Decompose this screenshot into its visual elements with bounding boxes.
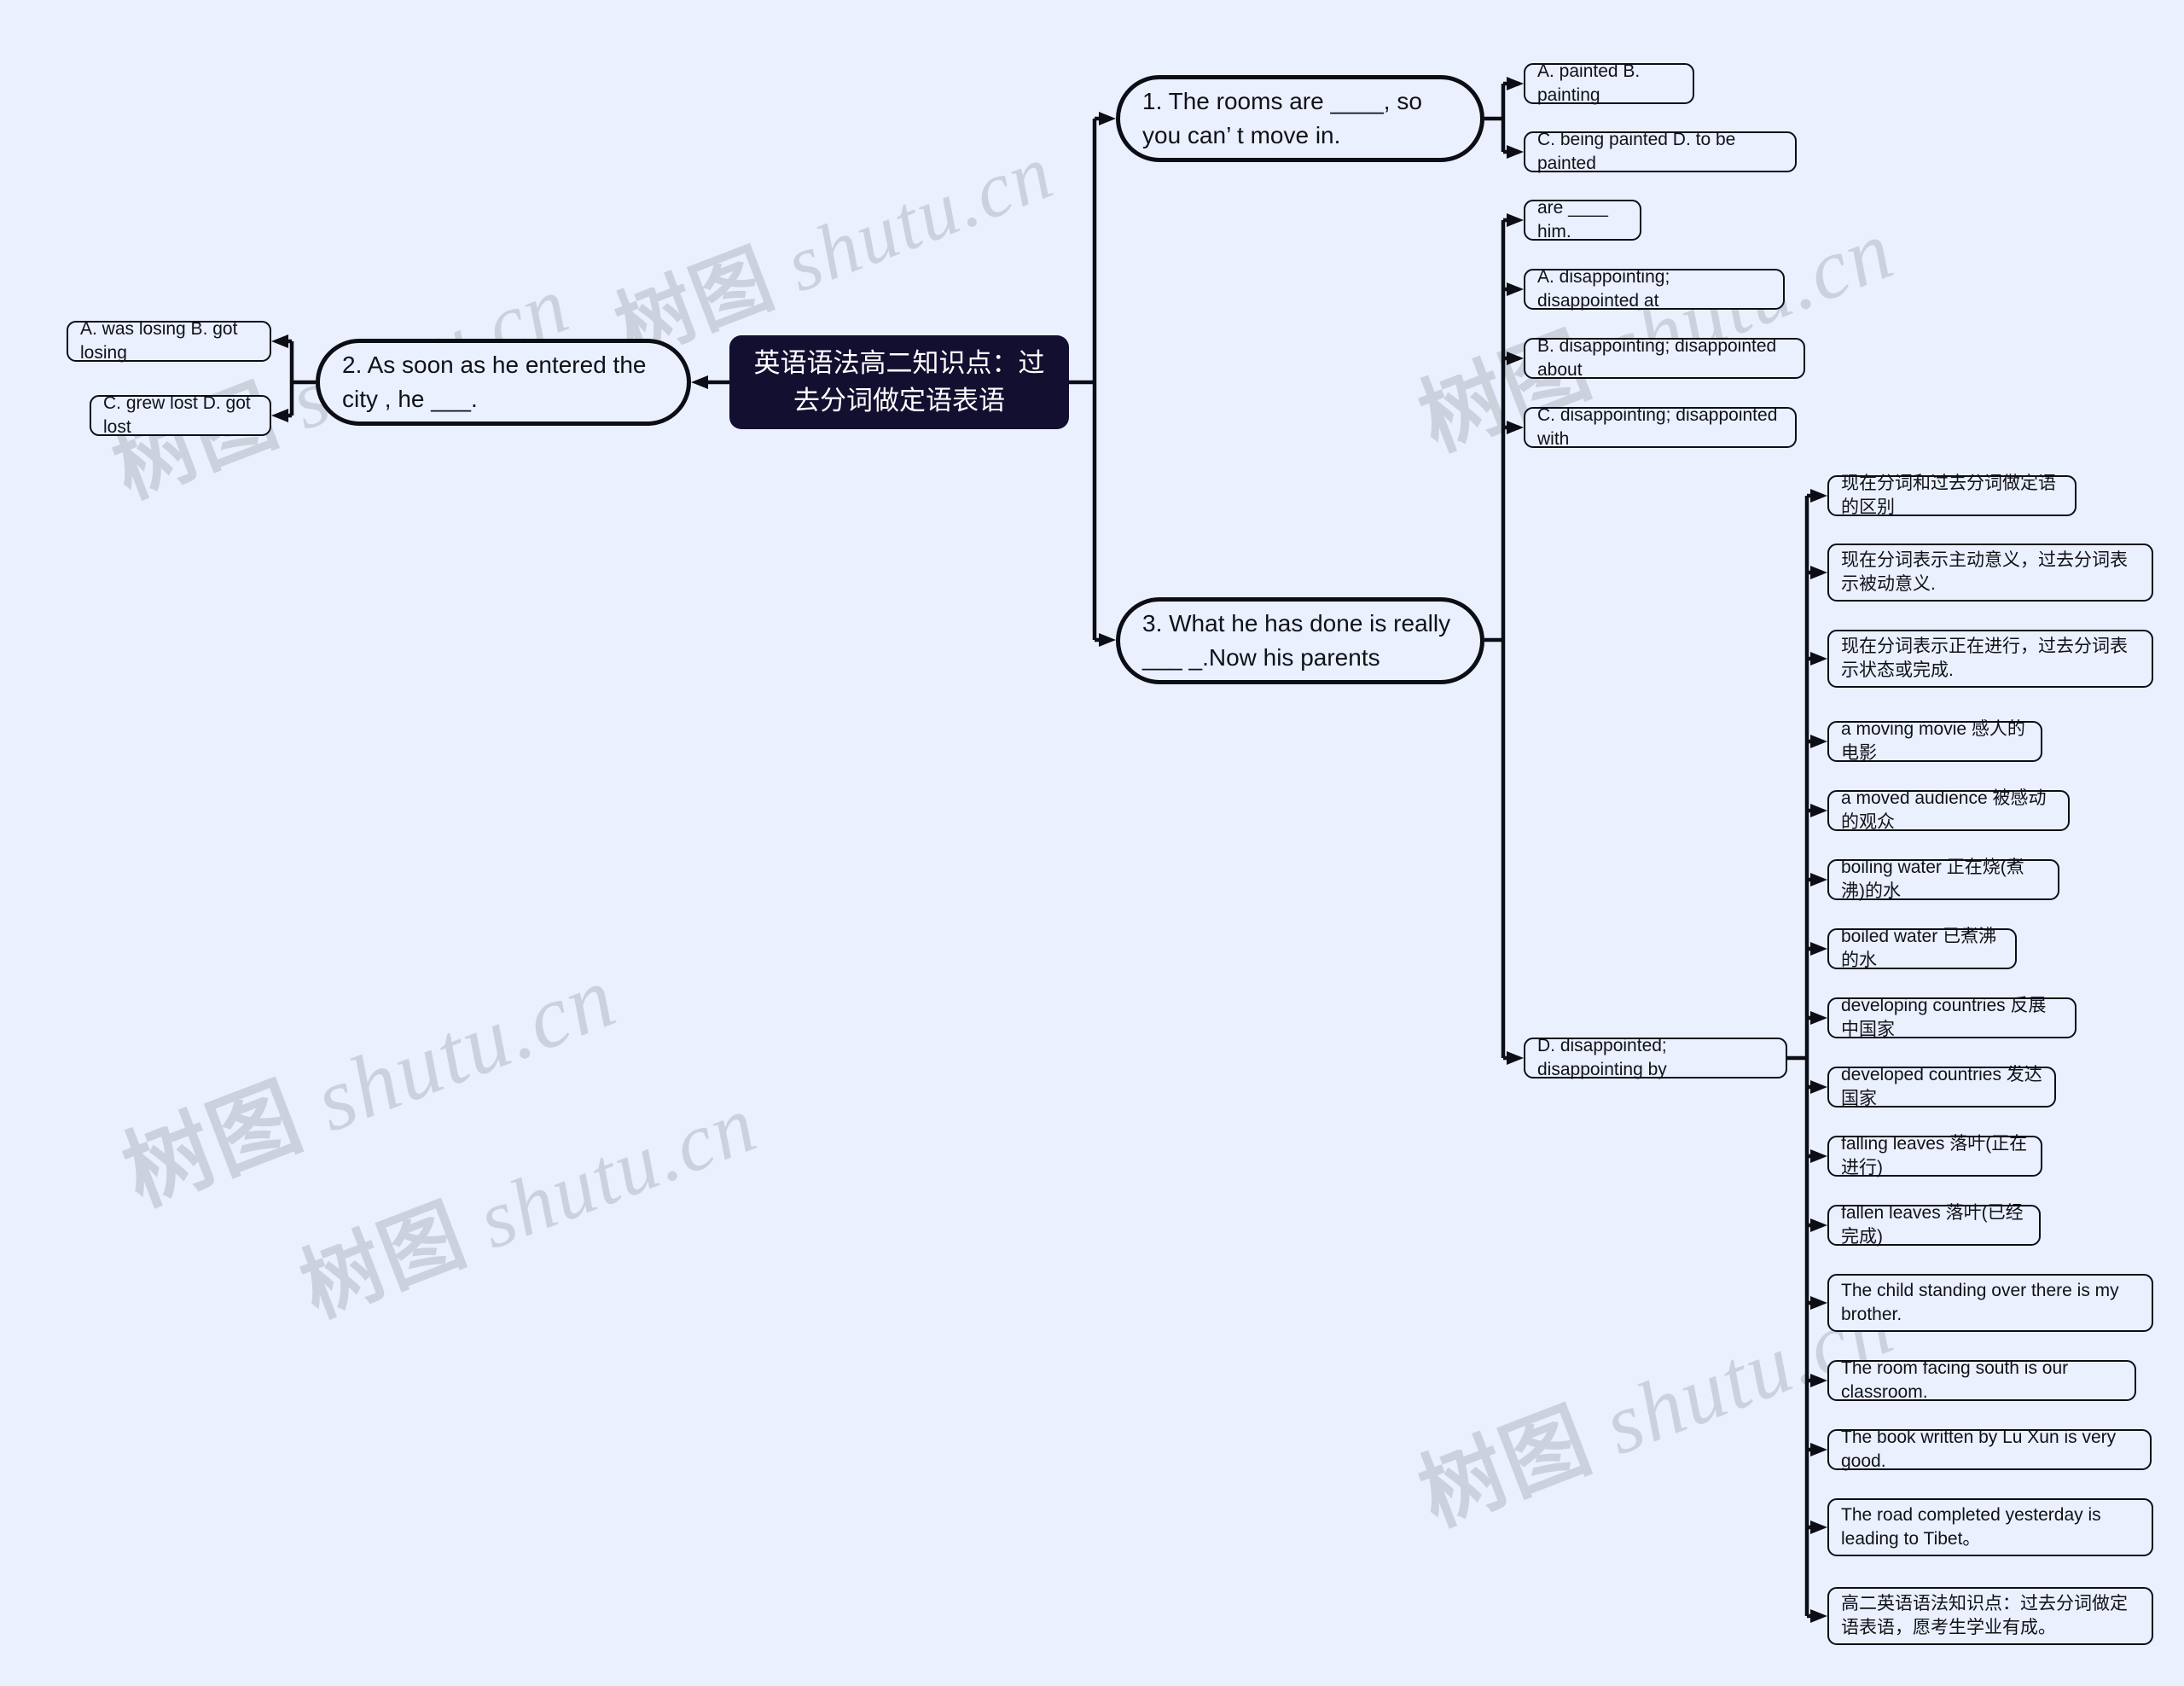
- option-label: D. disappointed; disappointing by: [1537, 1035, 1667, 1079]
- note-label: 高二英语语法知识点：过去分词做定语表语，愿考生学业有成。: [1841, 1593, 2128, 1637]
- watermark-cjk: 树图: [288, 1186, 479, 1336]
- arrow-q3-5: [1507, 1051, 1524, 1065]
- question-2-label: 2. As soon as he entered the city , he _…: [342, 352, 647, 412]
- note-item[interactable]: a moving movie 感人的电影: [1827, 719, 2042, 763]
- arrow-d-1: [1810, 566, 1827, 579]
- question-1-node[interactable]: 1. The rooms are ____, so you can’ t mov…: [1116, 75, 1484, 162]
- note-label: 现在分词和过去分词做定语的区别: [1841, 473, 2056, 517]
- note-item[interactable]: developed countries 发达国家: [1827, 1065, 2056, 1108]
- watermark-cjk: 树图: [109, 1063, 317, 1226]
- note-item[interactable]: falling leaves 落叶(正在进行): [1827, 1134, 2042, 1177]
- note-label: The child standing over there is my brot…: [1841, 1280, 2119, 1324]
- note-label: developing countries 反展中国家: [1841, 995, 2047, 1039]
- note-item[interactable]: The road completed yesterday is leading …: [1827, 1498, 2153, 1556]
- arrow-d-12: [1810, 1374, 1827, 1387]
- question-2-option-cd[interactable]: C. grew lost D. got lost: [90, 393, 271, 437]
- question-3-option-c[interactable]: C. disappointing; disappointed with: [1524, 405, 1797, 449]
- arrow-q3-1: [1507, 213, 1524, 227]
- option-label: B. disappointing; disappointed about: [1537, 335, 1777, 380]
- watermark: 树图 shutu.cn: [282, 1057, 770, 1340]
- note-item[interactable]: 高二英语语法知识点：过去分词做定语表语，愿考生学业有成。: [1827, 1587, 2153, 1645]
- option-label: A. disappointing; disappointed at: [1537, 266, 1670, 311]
- note-item[interactable]: The child standing over there is my brot…: [1827, 1274, 2153, 1332]
- arrow-d-14: [1810, 1520, 1827, 1534]
- note-item[interactable]: 现在分词表示主动意义，过去分词表示被动意义.: [1827, 544, 2153, 602]
- arrow-d-8: [1810, 1080, 1827, 1094]
- arrow-d-15: [1810, 1609, 1827, 1623]
- question-2-node[interactable]: 2. As soon as he entered the city , he _…: [316, 339, 691, 426]
- question-2-option-ab[interactable]: A. was losing B. got losing: [67, 319, 271, 363]
- note-label: falling leaves 落叶(正在进行): [1841, 1133, 2028, 1177]
- watermark-latin: shutu.cn: [754, 127, 1065, 317]
- arrow-q3-3: [1507, 352, 1524, 365]
- note-label: a moved audience 被感动的观众: [1841, 788, 2047, 832]
- note-label: boiling water 正在烧(煮沸)的水: [1841, 857, 2024, 901]
- note-item[interactable]: 现在分词和过去分词做定语的区别: [1827, 474, 2077, 517]
- arrow-d-10: [1810, 1218, 1827, 1232]
- arrow-q3-4: [1507, 421, 1524, 434]
- watermark-cjk: 树图: [1406, 1389, 1605, 1545]
- question-3-stem-continuation[interactable]: are ____ him.: [1524, 198, 1641, 241]
- note-label: fallen leaves 落叶(已经完成): [1841, 1202, 2024, 1247]
- note-label: boiled water 已煮沸的水: [1841, 926, 1997, 970]
- note-item[interactable]: a moved audience 被感动的观众: [1827, 788, 2070, 832]
- note-label: The book written by Lu Xun is very good.: [1841, 1427, 2117, 1471]
- note-label: a moving movie 感人的电影: [1841, 718, 2025, 763]
- arrow-q3: [1099, 633, 1116, 647]
- question-3-node[interactable]: 3. What he has done is really ___ _.Now …: [1116, 597, 1484, 684]
- question-3-option-b[interactable]: B. disappointing; disappointed about: [1524, 336, 1805, 380]
- option-label: C. grew lost D. got lost: [103, 392, 251, 437]
- question-1-option-ab[interactable]: A. painted B. painting: [1524, 61, 1694, 105]
- note-item[interactable]: boiled water 已煮沸的水: [1827, 927, 2017, 970]
- arrow-d-3: [1810, 735, 1827, 748]
- note-item[interactable]: fallen leaves 落叶(已经完成): [1827, 1203, 2041, 1247]
- note-item[interactable]: The room facing south is our classroom.: [1827, 1358, 2136, 1402]
- watermark-latin: shutu.cn: [280, 947, 629, 1160]
- arrow-q2-c: [271, 409, 288, 422]
- note-item[interactable]: The book written by Lu Xun is very good.: [1827, 1427, 2152, 1471]
- option-label: C. disappointing; disappointed with: [1537, 404, 1778, 449]
- note-label: 现在分词表示主动意义，过去分词表示被动意义.: [1841, 549, 2128, 594]
- question-1-label: 1. The rooms are ____, so you can’ t mov…: [1142, 88, 1422, 148]
- root-label: 英语语法高二知识点：过去分词做定语表语: [753, 347, 1045, 416]
- arrow-q2-a: [271, 334, 288, 348]
- note-label: The room facing south is our classroom.: [1841, 1358, 2069, 1402]
- arrow-q1-a: [1507, 77, 1524, 90]
- option-label: A. painted B. painting: [1537, 61, 1641, 105]
- arrow-d-13: [1810, 1443, 1827, 1456]
- arrow-d-9: [1810, 1149, 1827, 1163]
- arrow-d-5: [1810, 873, 1827, 887]
- root-node[interactable]: 英语语法高二知识点：过去分词做定语表语: [729, 335, 1069, 429]
- watermark-cjk: 树图: [100, 367, 292, 517]
- watermark: 树图 shutu.cn: [102, 924, 630, 1230]
- note-label: The road completed yesterday is leading …: [1841, 1504, 2101, 1549]
- note-label: 现在分词表示正在进行，过去分词表示状态或完成.: [1841, 636, 2128, 680]
- option-label: C. being painted D. to be painted: [1537, 129, 1736, 173]
- arrow-q3-2: [1507, 282, 1524, 296]
- watermark-latin: shutu.cn: [444, 1077, 769, 1274]
- option-label: A. was losing B. got losing: [80, 318, 238, 363]
- arrow-q1: [1099, 112, 1116, 125]
- arrow-d-6: [1810, 942, 1827, 956]
- arrow-d-2: [1810, 652, 1827, 666]
- arrow-q2: [691, 375, 708, 389]
- question-3-option-a[interactable]: A. disappointing; disappointed at: [1524, 267, 1785, 311]
- arrow-d-4: [1810, 804, 1827, 817]
- note-item[interactable]: boiling water 正在烧(煮沸)的水: [1827, 858, 2059, 901]
- arrow-d-11: [1810, 1296, 1827, 1310]
- note-item[interactable]: 现在分词表示正在进行，过去分词表示状态或完成.: [1827, 630, 2153, 688]
- arrow-q1-c: [1507, 145, 1524, 159]
- arrow-d-7: [1810, 1011, 1827, 1025]
- arrow-d-0: [1810, 489, 1827, 503]
- question-3-label: 3. What he has done is really ___ _.Now …: [1142, 610, 1451, 671]
- question-3-option-d[interactable]: D. disappointed; disappointing by: [1524, 1036, 1787, 1079]
- note-label: developed countries 发达国家: [1841, 1064, 2042, 1108]
- question-1-option-cd[interactable]: C. being painted D. to be painted: [1524, 130, 1797, 173]
- note-item[interactable]: developing countries 反展中国家: [1827, 996, 2077, 1039]
- option-label: are ____ him.: [1537, 197, 1608, 241]
